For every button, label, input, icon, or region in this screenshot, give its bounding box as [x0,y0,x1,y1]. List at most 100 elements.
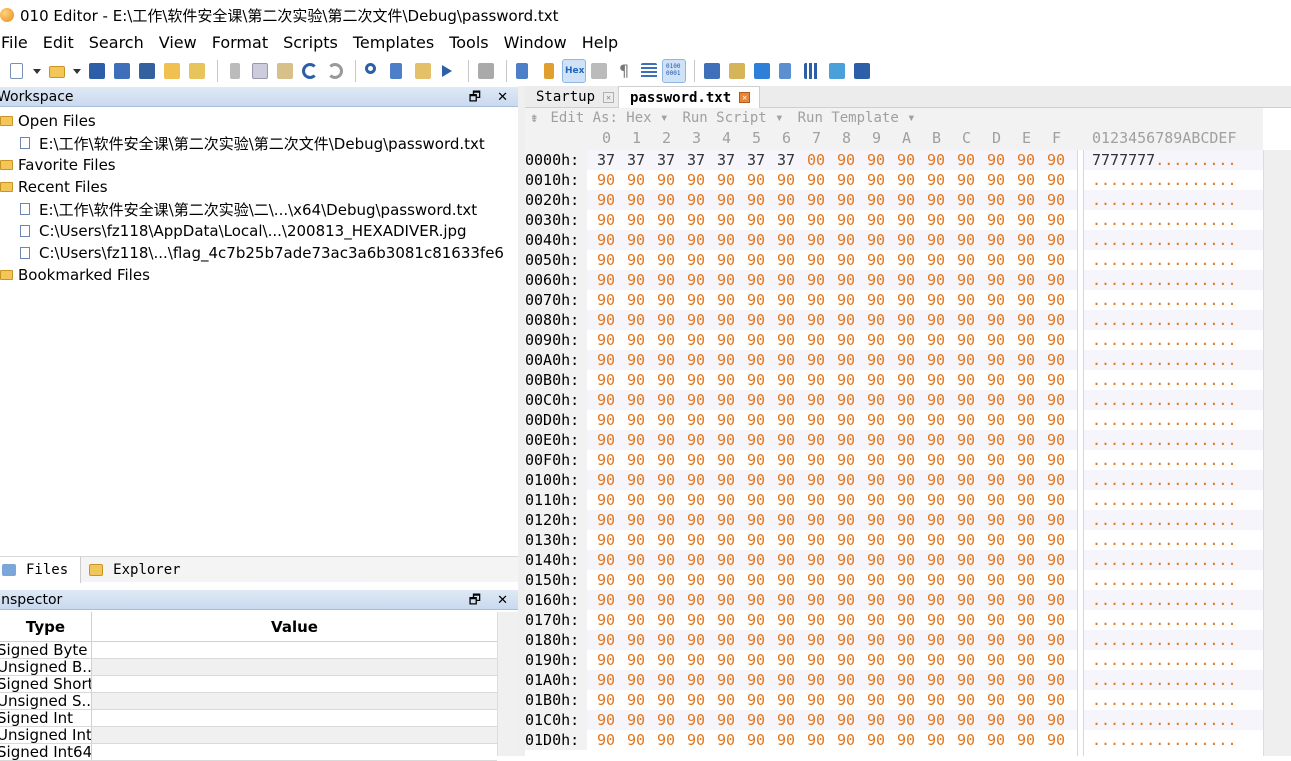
hex-byte[interactable]: 90 [987,550,1005,570]
hex-byte[interactable]: 90 [777,670,795,690]
hex-byte[interactable]: 90 [747,330,765,350]
hex-byte[interactable]: 90 [807,470,825,490]
hex-byte[interactable]: 37 [747,150,765,170]
hex-byte[interactable]: 90 [717,490,735,510]
hex-byte[interactable]: 90 [867,170,885,190]
hex-byte[interactable]: 90 [657,170,675,190]
hex-byte[interactable]: 90 [1017,230,1035,250]
hex-byte[interactable]: 90 [957,490,975,510]
ascii-text[interactable]: ................ [1083,470,1263,490]
tab-password[interactable]: password.txt ✕ [618,86,760,108]
hex-byte[interactable]: 90 [1047,470,1065,490]
hex-byte[interactable]: 90 [987,410,1005,430]
hex-byte[interactable]: 90 [837,270,855,290]
hex-byte[interactable]: 90 [987,210,1005,230]
hex-byte[interactable]: 90 [807,490,825,510]
hex-byte[interactable]: 90 [1017,450,1035,470]
hex-byte[interactable]: 90 [717,270,735,290]
hex-byte[interactable]: 90 [957,350,975,370]
workspace-window-buttons[interactable]: 🗗 ✕ [469,88,514,110]
replace-icon[interactable] [387,60,409,82]
hex-byte[interactable]: 90 [1017,390,1035,410]
hex-byte[interactable]: 90 [927,410,945,430]
open-dropdown-icon[interactable] [71,60,83,82]
hex-byte[interactable]: 90 [1017,710,1035,730]
hex-byte[interactable]: 90 [1017,310,1035,330]
hex-byte[interactable]: 90 [987,610,1005,630]
hex-byte[interactable]: 90 [897,410,915,430]
tree-open-files[interactable]: Open Files [0,110,96,132]
ascii-text[interactable]: ................ [1083,630,1263,650]
ascii-text[interactable]: ................ [1083,690,1263,710]
hex-byte[interactable]: 90 [597,410,615,430]
hex-byte[interactable]: 90 [1047,170,1065,190]
hex-byte[interactable]: 90 [807,730,825,750]
hex-byte[interactable]: 90 [807,230,825,250]
ascii-text[interactable]: ................ [1083,710,1263,730]
hex-byte[interactable]: 90 [1047,270,1065,290]
hex-byte[interactable]: 90 [897,250,915,270]
hex-byte[interactable]: 90 [777,530,795,550]
hex-byte[interactable]: 90 [837,350,855,370]
inspector-row[interactable]: Unsigned B... [0,659,497,676]
hex-byte[interactable]: 90 [1017,690,1035,710]
hex-byte[interactable]: 90 [807,270,825,290]
font-icon[interactable] [513,60,535,82]
hex-byte[interactable]: 90 [687,710,705,730]
hex-byte[interactable]: 90 [747,390,765,410]
hex-byte[interactable]: 90 [717,210,735,230]
hex-byte[interactable]: 90 [657,470,675,490]
menu-view[interactable]: View [159,33,197,52]
ascii-text[interactable]: ................ [1083,290,1263,310]
hex-byte[interactable]: 90 [687,590,705,610]
hex-byte[interactable]: 90 [807,390,825,410]
hex-byte[interactable]: 90 [687,330,705,350]
hex-byte[interactable]: 90 [687,730,705,750]
hex-byte[interactable]: 90 [957,330,975,350]
hex-byte[interactable]: 90 [717,510,735,530]
hex-byte[interactable]: 90 [627,670,645,690]
hex-byte[interactable]: 90 [687,290,705,310]
hex-byte[interactable]: 90 [1047,670,1065,690]
hex-byte[interactable]: 90 [747,410,765,430]
hex-byte[interactable]: 90 [597,730,615,750]
find-icon[interactable] [362,60,384,82]
hex-byte[interactable]: 90 [837,690,855,710]
hex-byte[interactable]: 90 [927,210,945,230]
hex-byte[interactable]: 90 [777,210,795,230]
hex-byte[interactable]: 90 [687,370,705,390]
hex-byte[interactable]: 90 [1047,410,1065,430]
hex-byte[interactable]: 90 [957,370,975,390]
ascii-text[interactable]: ................ [1083,550,1263,570]
hex-byte[interactable]: 90 [777,490,795,510]
hex-byte[interactable]: 90 [957,610,975,630]
hex-byte[interactable]: 90 [987,170,1005,190]
hex-byte[interactable]: 90 [747,550,765,570]
hex-byte[interactable]: 90 [717,290,735,310]
hex-byte[interactable]: 90 [927,310,945,330]
ascii-text[interactable]: ................ [1083,210,1263,230]
binary-view-icon[interactable]: 0100 0001 [662,59,686,83]
hex-byte[interactable]: 90 [777,330,795,350]
hex-byte[interactable]: 90 [1017,250,1035,270]
hex-byte[interactable]: 90 [777,590,795,610]
hex-byte[interactable]: 90 [597,610,615,630]
hex-byte[interactable]: 90 [777,430,795,450]
hex-byte[interactable]: 37 [597,150,615,170]
hex-byte[interactable]: 90 [627,270,645,290]
hex-byte[interactable]: 90 [777,650,795,670]
hex-byte[interactable]: 90 [597,550,615,570]
hex-byte[interactable]: 90 [897,150,915,170]
hex-byte[interactable]: 90 [1017,630,1035,650]
hex-byte[interactable]: 90 [1017,570,1035,590]
hex-byte[interactable]: 90 [1047,350,1065,370]
save-all-icon[interactable] [136,60,158,82]
hex-byte[interactable]: 90 [657,690,675,710]
hex-byte[interactable]: 90 [897,630,915,650]
hex-byte[interactable]: 90 [687,250,705,270]
hex-byte[interactable]: 90 [777,570,795,590]
hex-byte[interactable]: 90 [1047,730,1065,750]
hex-byte[interactable]: 90 [837,430,855,450]
hex-byte[interactable]: 90 [987,670,1005,690]
hex-byte[interactable]: 90 [597,350,615,370]
